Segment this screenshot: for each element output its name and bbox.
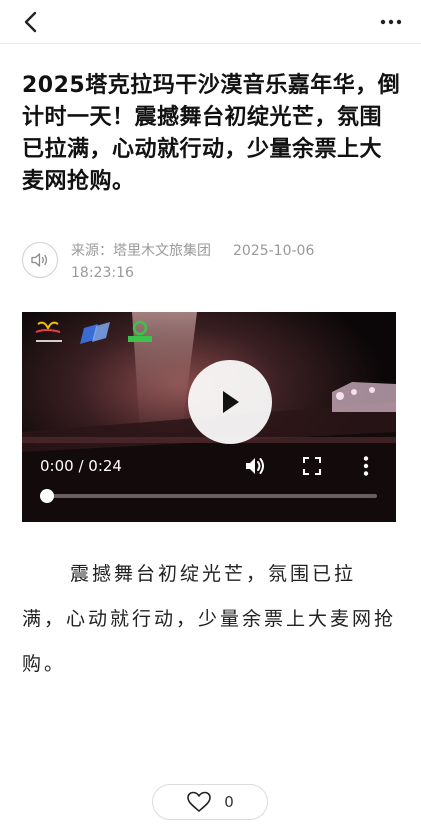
top-nav-bar [0, 0, 421, 44]
play-button[interactable] [188, 360, 272, 444]
video-time: 0:00 / 0:24 [40, 457, 122, 475]
more-button[interactable] [377, 8, 405, 36]
like-button[interactable]: 0 [152, 784, 268, 820]
video-options-icon[interactable] [360, 455, 372, 477]
video-player[interactable]: 0:00 / 0:24 [22, 312, 396, 522]
back-button[interactable] [16, 8, 44, 36]
brand-logos [35, 320, 152, 344]
meta-text: 来源：塔里木文旅集团 2025-10-06 18:23:16 [71, 240, 391, 284]
more-dots-icon [380, 19, 402, 25]
article-title: 2025塔克拉玛干沙漠音乐嘉年华，倒计时一天！震撼舞台初绽光芒，氛围已拉满，心动… [22, 73, 401, 194]
publish-date: 2025-10-06 [233, 243, 315, 259]
like-count: 0 [224, 793, 234, 811]
heart-icon [187, 791, 212, 812]
chevron-left-icon [24, 11, 37, 33]
article-body: 震撼舞台初绽光芒，氛围已拉满，心动就行动，少量余票上大麦网抢购。 [22, 563, 397, 675]
progress-track[interactable] [47, 494, 377, 498]
play-icon [223, 391, 239, 413]
read-aloud-button[interactable] [22, 242, 58, 278]
volume-icon[interactable] [244, 455, 266, 477]
publish-time: 18:23:16 [71, 265, 134, 281]
article-meta: 来源：塔里木文旅集团 2025-10-06 18:23:16 [22, 240, 402, 282]
speaker-icon [31, 253, 48, 267]
progress-thumb[interactable] [40, 489, 54, 503]
source-label: 来源：塔里木文旅集团 [71, 243, 211, 259]
fullscreen-icon[interactable] [303, 457, 321, 475]
